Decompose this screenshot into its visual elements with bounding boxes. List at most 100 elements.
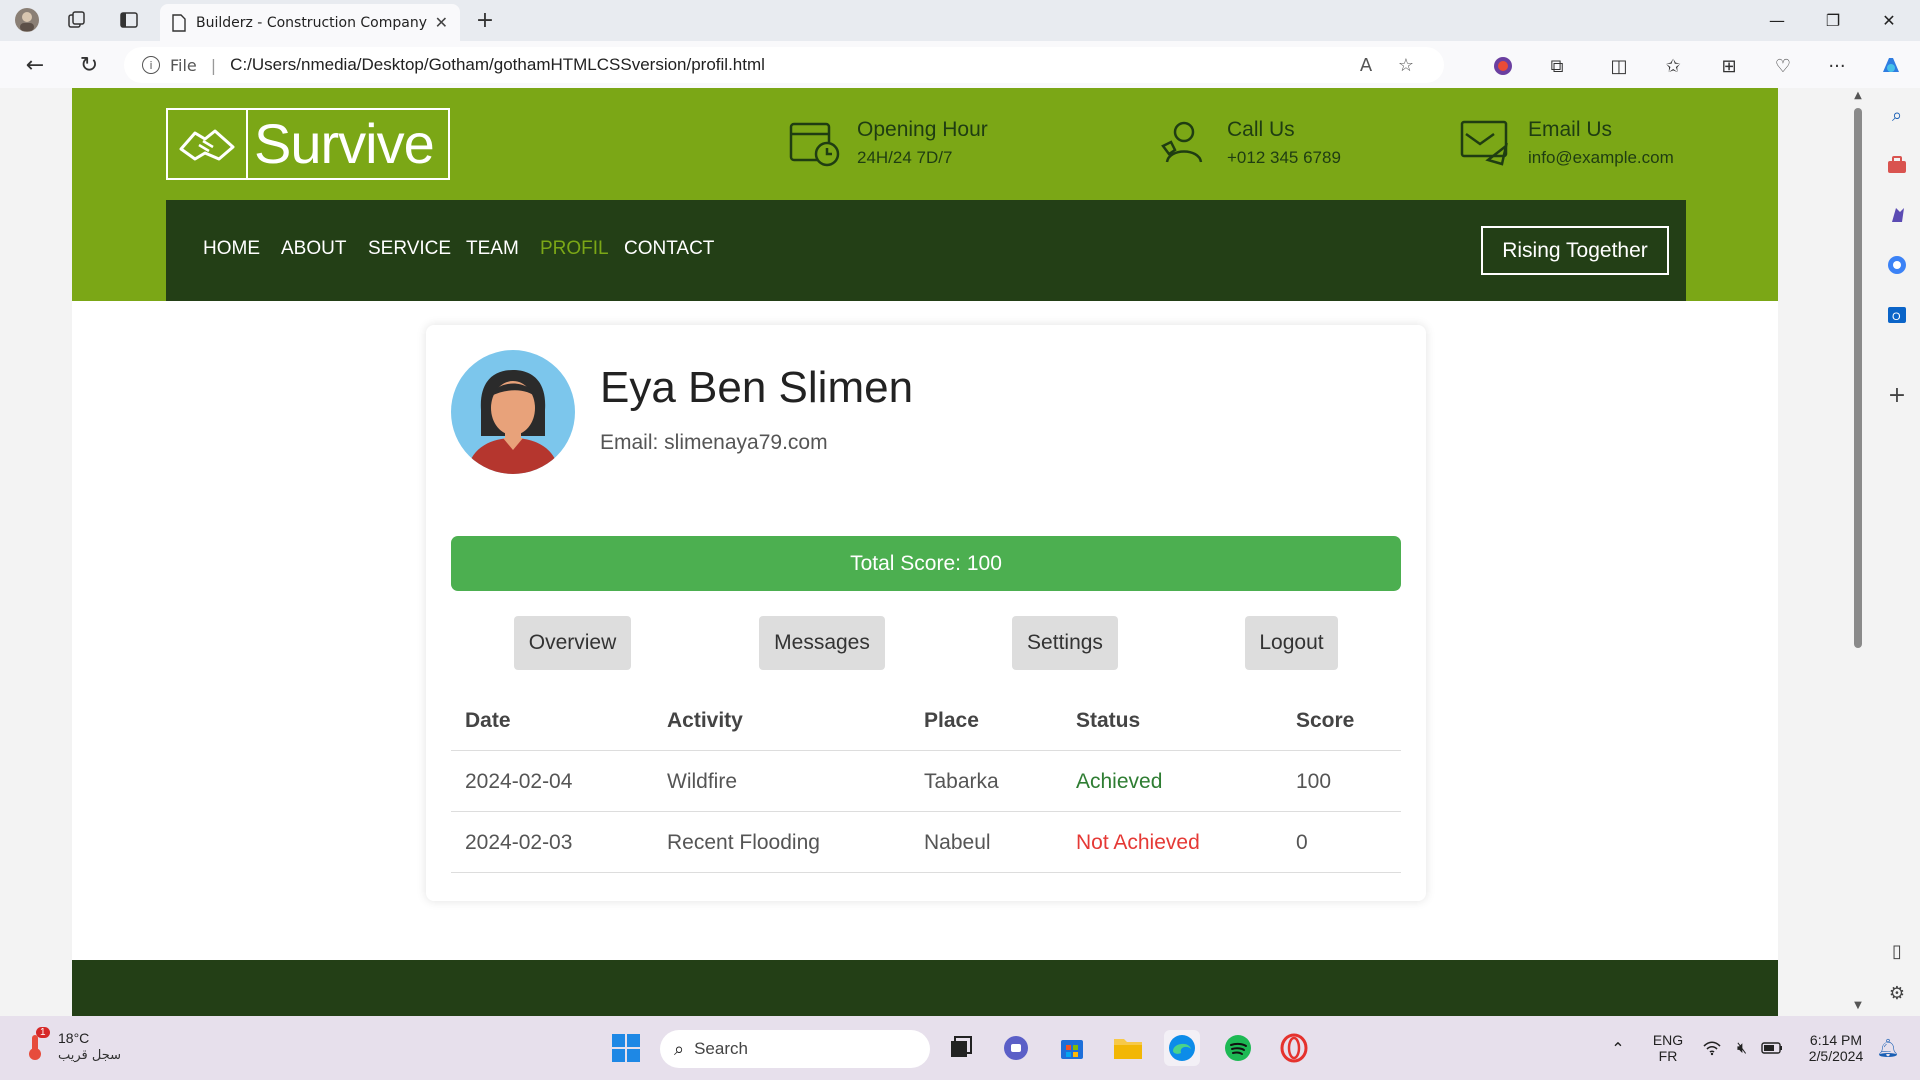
profile-name: Eya Ben Slimen xyxy=(600,363,914,412)
windows-start-icon[interactable] xyxy=(608,1030,644,1066)
cell-status: Achieved xyxy=(1076,770,1163,793)
profile-avatar-icon[interactable] xyxy=(12,6,42,34)
table-header-row: Date Activity Place Status Score xyxy=(451,690,1401,751)
new-tab-icon[interactable]: + xyxy=(470,6,500,34)
contact-value: info@example.com xyxy=(1528,148,1674,167)
logo-text: Survive xyxy=(254,112,435,175)
contact-opening-hour: Opening Hour 24H/24 7D/7 xyxy=(787,116,988,170)
nav-about[interactable]: ABOUT xyxy=(281,238,346,260)
microsoft-365-icon[interactable] xyxy=(1882,250,1912,280)
split-screen-icon[interactable]: ◫ xyxy=(1602,51,1636,81)
shopping-icon[interactable] xyxy=(1882,150,1912,180)
sidebar-settings-icon[interactable]: ⚙ xyxy=(1882,978,1912,1008)
rising-together-button[interactable]: Rising Together xyxy=(1481,226,1669,275)
restore-icon[interactable]: ❐ xyxy=(1806,0,1860,41)
close-tab-icon[interactable]: ✕ xyxy=(435,13,448,32)
vertical-tabs-icon[interactable] xyxy=(114,6,144,34)
scroll-down-icon[interactable]: ▼ xyxy=(1852,1000,1864,1011)
clock[interactable]: 6:14 PM 2/5/2024 xyxy=(1796,1032,1876,1064)
table-row: 2024-02-03 Recent Flooding Nabeul Not Ac… xyxy=(451,812,1401,873)
handshake-icon xyxy=(168,110,248,178)
nav-service[interactable]: SERVICE xyxy=(368,238,451,260)
nav-home[interactable]: HOME xyxy=(203,238,260,260)
url-scheme-label: File xyxy=(170,55,197,75)
copilot-extension-icon[interactable] xyxy=(1486,51,1520,81)
battery-icon[interactable] xyxy=(1754,1030,1790,1066)
contact-title: Call Us xyxy=(1227,118,1295,141)
cell-date: 2024-02-04 xyxy=(465,770,573,793)
browser-essentials-icon[interactable]: ♡ xyxy=(1766,51,1800,81)
window-close-icon[interactable]: ✕ xyxy=(1862,0,1916,41)
email-icon xyxy=(1460,120,1508,166)
nav-team[interactable]: TEAM xyxy=(466,238,519,260)
info-icon[interactable]: i xyxy=(142,56,160,74)
workspaces-icon[interactable] xyxy=(62,6,92,34)
browser-tab-bar: Builderz - Construction Company ✕ + — ❐ … xyxy=(0,0,1920,41)
games-icon[interactable] xyxy=(1882,200,1912,230)
copilot-icon[interactable] xyxy=(1874,51,1908,81)
file-explorer-icon[interactable] xyxy=(1110,1030,1146,1066)
windows-taskbar: 1 18°C سجل قريب ⌕ Search ⌃ ENG FR 🔇︎ 6:1… xyxy=(0,1016,1920,1080)
cell-place: Nabeul xyxy=(924,831,991,854)
notifications-bell-icon[interactable]: 🔔︎ xyxy=(1870,1030,1906,1066)
weather-badge: 1 xyxy=(36,1026,50,1038)
column-header: Activity xyxy=(667,709,743,732)
language-indicator[interactable]: ENG FR xyxy=(1648,1032,1688,1064)
collections-icon[interactable]: ⊞ xyxy=(1712,51,1746,81)
opera-icon[interactable] xyxy=(1276,1030,1312,1066)
url-text[interactable]: C:/Users/nmedia/Desktop/Gotham/gothamHTM… xyxy=(230,55,1346,75)
edge-browser-icon[interactable] xyxy=(1164,1030,1200,1066)
extensions-icon[interactable]: ⧉ xyxy=(1540,51,1574,81)
phone-support-icon xyxy=(1161,121,1203,163)
minimize-icon[interactable]: — xyxy=(1750,0,1804,41)
teams-chat-icon[interactable] xyxy=(998,1030,1034,1066)
microsoft-store-icon[interactable] xyxy=(1054,1030,1090,1066)
edge-sidebar: ⌕ O + ▯ ⚙ xyxy=(1874,88,1920,1016)
more-menu-icon[interactable]: ··· xyxy=(1820,51,1854,81)
contact-email-us: Email Us info@example.com xyxy=(1458,116,1674,170)
weather-description: سجل قريب xyxy=(58,1048,122,1063)
address-bar[interactable]: i File | C:/Users/nmedia/Desktop/Gotham/… xyxy=(124,47,1444,83)
spotify-icon[interactable] xyxy=(1220,1030,1256,1066)
settings-button[interactable]: Settings xyxy=(1012,616,1118,670)
cell-activity: Recent Flooding xyxy=(667,831,820,854)
favorites-icon[interactable]: ✩ xyxy=(1656,51,1690,81)
taskbar-search[interactable]: ⌕ Search xyxy=(660,1030,930,1068)
taskbar-search-label: Search xyxy=(694,1039,748,1058)
hide-sidebar-icon[interactable]: ▯ xyxy=(1882,936,1912,966)
add-sidebar-app-icon[interactable]: + xyxy=(1882,380,1912,410)
outlook-icon[interactable]: O xyxy=(1882,300,1912,330)
refresh-icon[interactable]: ↻ xyxy=(72,49,106,81)
contact-title: Opening Hour xyxy=(857,118,988,141)
browser-tab[interactable]: Builderz - Construction Company ✕ xyxy=(160,4,460,41)
cell-status: Not Achieved xyxy=(1076,831,1200,854)
scroll-up-icon[interactable]: ▲ xyxy=(1852,90,1864,101)
address-bar-row: ← ↻ i File | C:/Users/nmedia/Desktop/Got… xyxy=(0,41,1920,88)
language-bottom: FR xyxy=(1658,1048,1678,1064)
show-hidden-icons-icon[interactable]: ⌃ xyxy=(1600,1030,1636,1066)
cell-activity: Wildfire xyxy=(667,770,738,793)
search-icon[interactable]: ⌕ xyxy=(1882,100,1912,130)
url-separator: | xyxy=(210,55,217,75)
overview-button[interactable]: Overview xyxy=(514,616,631,670)
clock-time: 6:14 PM xyxy=(1809,1032,1863,1048)
read-aloud-icon[interactable]: A xyxy=(1346,55,1386,76)
logout-button[interactable]: Logout xyxy=(1245,616,1338,670)
task-view-icon[interactable] xyxy=(942,1030,978,1066)
scrollbar-thumb[interactable] xyxy=(1854,108,1862,648)
contact-title: Email Us xyxy=(1528,118,1613,141)
favorite-star-icon[interactable]: ☆ xyxy=(1386,55,1426,76)
cell-place: Tabarka xyxy=(924,770,999,793)
web-page: Survive Opening Hour 24H/24 7D/7 Call Us… xyxy=(72,88,1778,1016)
page-scrollbar[interactable]: ▲ ▼ xyxy=(1851,88,1865,1016)
weather-widget[interactable]: 1 18°C سجل قريب xyxy=(24,1026,122,1063)
back-arrow-icon[interactable]: ← xyxy=(18,49,52,81)
nav-contact[interactable]: CONTACT xyxy=(624,238,714,260)
avatar xyxy=(451,350,575,474)
site-header: Survive Opening Hour 24H/24 7D/7 Call Us… xyxy=(72,88,1778,301)
messages-button[interactable]: Messages xyxy=(759,616,885,670)
page-viewport: Survive Opening Hour 24H/24 7D/7 Call Us… xyxy=(5,88,1851,1016)
svg-text:O: O xyxy=(1892,311,1901,323)
site-logo[interactable]: Survive xyxy=(166,108,450,180)
nav-profil[interactable]: PROFIL xyxy=(540,238,609,260)
